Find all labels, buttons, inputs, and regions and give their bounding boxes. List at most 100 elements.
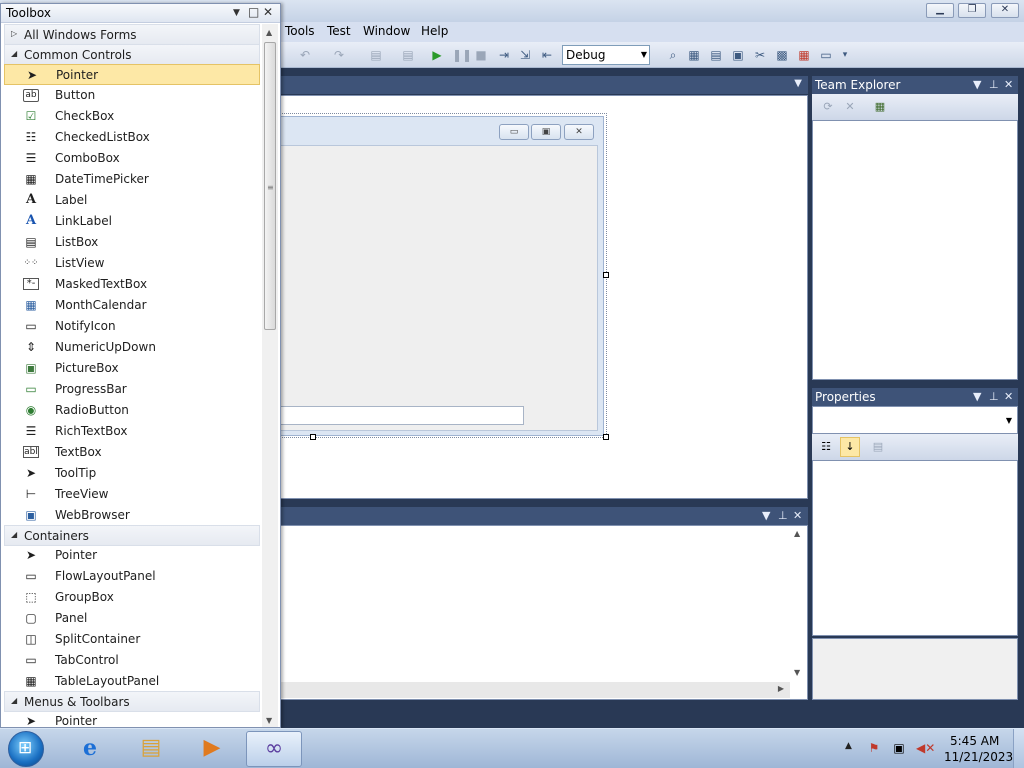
step-out-icon[interactable]: ⇤	[539, 47, 555, 63]
volume-muted-icon[interactable]: ◀✕	[916, 740, 935, 756]
clock-date[interactable]: 11/21/2023	[944, 750, 1013, 764]
toolbox-item-notifyicon[interactable]: ▭ NotifyIcon	[4, 316, 260, 337]
toolbox-item-monthcalendar[interactable]: ▦ MonthCalendar	[4, 295, 260, 316]
scroll-up-icon[interactable]: ▲	[266, 28, 272, 37]
redo-icon[interactable]: ↷	[331, 47, 347, 63]
start-button[interactable]: ⊞	[8, 731, 44, 767]
toolbox-item-checkbox[interactable]: ☑ CheckBox	[4, 106, 260, 127]
toolbox-vertical-scrollbar[interactable]: ▲ ≡ ▼	[262, 24, 278, 727]
group-containers[interactable]: ◢ Containers	[4, 525, 260, 546]
toolbox-item-datetimepicker[interactable]: ▦ DateTimePicker	[4, 169, 260, 190]
window-position-dropdown-icon[interactable]: ▼	[973, 388, 981, 406]
extension-manager-icon[interactable]: ▩	[774, 47, 790, 63]
toolbox-item-tablelayoutpanel[interactable]: ▦ TableLayoutPanel	[4, 671, 260, 692]
toolbox-item-picturebox[interactable]: ▣ PictureBox	[4, 358, 260, 379]
toolbox-item-textbox[interactable]: abl TextBox	[4, 442, 260, 463]
refresh-icon[interactable]: ⟳	[820, 99, 836, 115]
form-client-area[interactable]	[280, 145, 598, 431]
group-common-controls[interactable]: ◢ Common Controls	[4, 44, 260, 65]
menu-test[interactable]: Test	[327, 24, 351, 38]
toolbox-item-splitcontainer[interactable]: ◫ SplitContainer	[4, 629, 260, 650]
properties-window-icon[interactable]: ▤	[708, 47, 724, 63]
media-player-icon[interactable]: ▶	[184, 731, 240, 767]
show-desktop-button[interactable]	[1013, 729, 1024, 768]
file-explorer-icon[interactable]: ▤	[123, 731, 179, 767]
toolbox-item-webbrowser[interactable]: ▣ WebBrowser	[4, 505, 260, 526]
team-explorer-body[interactable]	[812, 120, 1018, 380]
visual-studio-icon[interactable]: ∞	[246, 731, 302, 767]
network-icon[interactable]: ▣	[891, 740, 907, 756]
close-panel-icon[interactable]: ✕	[1004, 76, 1013, 94]
window-position-dropdown-icon[interactable]: ▼	[233, 8, 240, 18]
resize-handle-bottom-right[interactable]	[603, 434, 609, 440]
toolbox-item-panel[interactable]: ▢ Panel	[4, 608, 260, 629]
toolbox-item-radiobutton[interactable]: ◉ RadioButton	[4, 400, 260, 421]
output-panel-body[interactable]	[280, 525, 808, 700]
break-all-icon[interactable]: ❚❚	[452, 47, 472, 63]
toolbox-item-label[interactable]: A Label	[4, 190, 260, 211]
toolbox-item-progressbar[interactable]: ▭ ProgressBar	[4, 379, 260, 400]
scroll-right-icon[interactable]: ▶	[778, 684, 784, 693]
categorized-icon[interactable]: ☷	[818, 439, 834, 455]
toolbox-item-linklabel[interactable]: A LinkLabel	[4, 211, 260, 232]
toolbox-item-checkedlistbox[interactable]: ☷ CheckedListBox	[4, 127, 260, 148]
navigate-backward-icon[interactable]: ▤	[368, 47, 384, 63]
menu-window[interactable]: Window	[363, 24, 410, 38]
properties-object-combo[interactable]: ▼	[812, 406, 1018, 434]
output-horizontal-scrollbar[interactable]: ▶	[281, 682, 790, 698]
team-explorer-icon[interactable]: ▦	[796, 47, 812, 63]
show-hidden-icons-icon[interactable]: ▲	[845, 741, 852, 751]
action-center-icon[interactable]: ⚑	[866, 740, 882, 756]
menu-tools[interactable]: Tools	[285, 24, 315, 38]
toolbox-item-maskedtextbox[interactable]: *- MaskedTextBox	[4, 274, 260, 295]
internet-explorer-icon[interactable]: e	[62, 731, 118, 767]
window-position-dropdown-icon[interactable]: ▼	[973, 76, 981, 94]
restore-button[interactable]: ❐	[958, 3, 986, 18]
toolbox-item-pointer[interactable]: ➤ Pointer	[4, 545, 260, 566]
output-vertical-scrollbar[interactable]: ▲ ▼	[790, 527, 806, 679]
object-browser-icon[interactable]: ▣	[730, 47, 746, 63]
solution-configuration-combo[interactable]: Debug ▼	[562, 45, 650, 65]
find-in-files-icon[interactable]: ⌕	[665, 47, 681, 63]
resize-handle-right[interactable]	[603, 272, 609, 278]
maximize-icon[interactable]: □	[248, 5, 259, 19]
properties-grid[interactable]	[812, 460, 1018, 636]
toolbox-item-pointer[interactable]: ➤ Pointer	[4, 64, 260, 85]
close-panel-icon[interactable]: ✕	[263, 5, 273, 19]
group-all-windows-forms[interactable]: ▷ All Windows Forms	[4, 24, 260, 45]
window-position-dropdown-icon[interactable]: ▼	[762, 509, 770, 522]
solution-explorer-icon[interactable]: ▦	[686, 47, 702, 63]
toolbox-icon[interactable]: ✂	[752, 47, 768, 63]
toolbox-item-tooltip[interactable]: ➤ ToolTip	[4, 463, 260, 484]
property-pages-icon[interactable]: ▤	[870, 439, 886, 455]
pin-icon[interactable]: ⊥	[989, 388, 999, 406]
toolbar-overflow-icon[interactable]: ▾	[837, 47, 853, 63]
form-textbox-control[interactable]	[280, 406, 524, 425]
step-over-icon[interactable]: ⇲	[517, 47, 533, 63]
toolbox-item-richtextbox[interactable]: ☰ RichTextBox	[4, 421, 260, 442]
toolbox-item-listview[interactable]: ⁘⁘ ListView	[4, 253, 260, 274]
toolbox-item-numericupdown[interactable]: ⇕ NumericUpDown	[4, 337, 260, 358]
undo-icon[interactable]: ↶	[297, 47, 313, 63]
step-into-icon[interactable]: ⇥	[496, 47, 512, 63]
group-menus-toolbars[interactable]: ◢ Menus & Toolbars	[4, 691, 260, 712]
toolbox-item-button[interactable]: ab Button	[4, 85, 260, 106]
connect-to-team-project-icon[interactable]: ▦	[872, 99, 888, 115]
scroll-up-icon[interactable]: ▲	[794, 529, 800, 538]
alphabetical-icon[interactable]: ↓	[840, 437, 860, 457]
pin-icon[interactable]: ⊥	[778, 509, 788, 522]
stop-icon[interactable]: ✕	[842, 99, 858, 115]
navigate-forward-icon[interactable]: ▤	[400, 47, 416, 63]
command-window-icon[interactable]: ▭	[818, 47, 834, 63]
scrollbar-thumb[interactable]: ≡	[264, 42, 276, 330]
toolbox-item-treeview[interactable]: ⊢ TreeView	[4, 484, 260, 505]
minimize-button[interactable]: ▁	[926, 3, 954, 18]
resize-handle-bottom[interactable]	[310, 434, 316, 440]
document-list-dropdown-icon[interactable]: ▼	[794, 78, 802, 89]
toolbox-item-pointer[interactable]: ➤ Pointer	[4, 711, 260, 727]
close-button[interactable]: ✕	[991, 3, 1019, 18]
toolbox-item-combobox[interactable]: ☰ ComboBox	[4, 148, 260, 169]
pin-icon[interactable]: ⊥	[989, 76, 999, 94]
scroll-down-icon[interactable]: ▼	[266, 716, 272, 725]
scroll-down-icon[interactable]: ▼	[794, 668, 800, 677]
